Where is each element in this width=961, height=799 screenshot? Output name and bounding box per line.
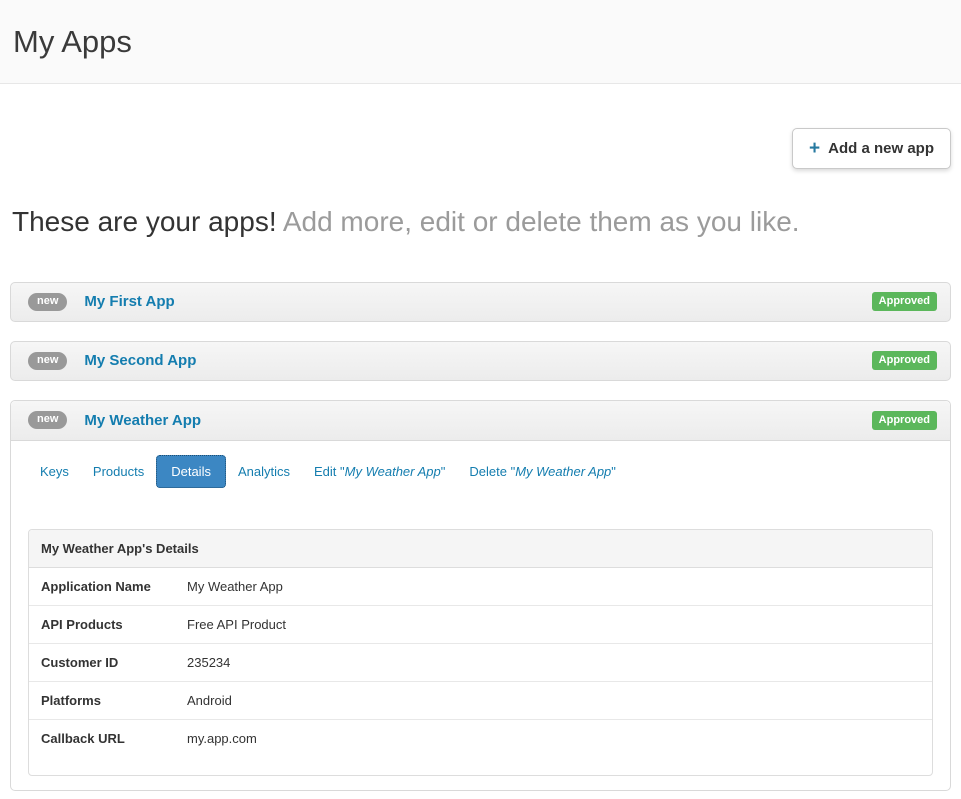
edit-link-suffix: " [441, 464, 446, 479]
tab-details[interactable]: Details [156, 455, 226, 488]
main-content: + Add a new app These are your apps! Add… [0, 128, 961, 791]
app-tabs: Keys Products Details Analytics Edit "My… [28, 455, 933, 488]
plus-icon: + [809, 142, 820, 156]
row-value: 235234 [175, 644, 242, 681]
tab-keys[interactable]: Keys [28, 455, 81, 488]
edit-link-app-name: My Weather App [345, 464, 441, 479]
app-detail-panel: Keys Products Details Analytics Edit "My… [11, 441, 950, 790]
delete-link-suffix: " [611, 464, 616, 479]
row-value: My Weather App [175, 568, 295, 605]
toolbar: + Add a new app [10, 128, 951, 169]
row-label: Application Name [29, 568, 175, 605]
row-value: Free API Product [175, 606, 298, 643]
row-label: Platforms [29, 682, 175, 719]
tab-analytics[interactable]: Analytics [226, 455, 302, 488]
new-badge: new [28, 411, 67, 429]
tab-delete-app[interactable]: Delete "My Weather App" [457, 455, 628, 488]
intro-heading: These are your apps! Add more, edit or d… [12, 205, 949, 239]
row-value: Android [175, 682, 244, 719]
app-row-my-second-app[interactable]: new My Second App Approved [10, 341, 951, 381]
new-badge: new [28, 352, 67, 370]
delete-link-app-name: My Weather App [515, 464, 611, 479]
app-card-my-weather-app: new My Weather App Approved Keys Product… [10, 400, 951, 791]
page-header: My Apps [0, 0, 961, 84]
app-row-my-first-app[interactable]: new My First App Approved [10, 282, 951, 322]
row-value: my.app.com [175, 720, 269, 757]
add-new-app-button[interactable]: + Add a new app [792, 128, 951, 169]
row-label: Callback URL [29, 720, 175, 757]
status-badge: Approved [872, 351, 937, 370]
row-label: API Products [29, 606, 175, 643]
app-name-link[interactable]: My Weather App [84, 412, 871, 429]
delete-link-prefix: Delete " [469, 464, 515, 479]
status-badge: Approved [872, 411, 937, 430]
page-title: My Apps [13, 24, 132, 60]
app-name-link[interactable]: My First App [84, 293, 871, 310]
details-table-title: My Weather App's Details [29, 530, 932, 568]
new-badge: new [28, 293, 67, 311]
edit-link-prefix: Edit " [314, 464, 345, 479]
app-row-my-weather-app[interactable]: new My Weather App Approved [11, 401, 950, 441]
table-row: Customer ID 235234 [29, 644, 932, 682]
intro-heading-dark: These are your apps! [12, 206, 277, 237]
intro-heading-gray: Add more, edit or delete them as you lik… [277, 206, 800, 237]
table-row: Platforms Android [29, 682, 932, 720]
tab-edit-app[interactable]: Edit "My Weather App" [302, 455, 457, 488]
table-row: Callback URL my.app.com [29, 720, 932, 757]
table-row: Application Name My Weather App [29, 568, 932, 606]
app-list: new My First App Approved new My Second … [10, 282, 951, 791]
status-badge: Approved [872, 292, 937, 311]
row-label: Customer ID [29, 644, 175, 681]
add-new-app-label: Add a new app [828, 140, 934, 157]
table-row: API Products Free API Product [29, 606, 932, 644]
app-details-table: My Weather App's Details Application Nam… [28, 529, 933, 776]
app-name-link[interactable]: My Second App [84, 352, 871, 369]
tab-products[interactable]: Products [81, 455, 156, 488]
